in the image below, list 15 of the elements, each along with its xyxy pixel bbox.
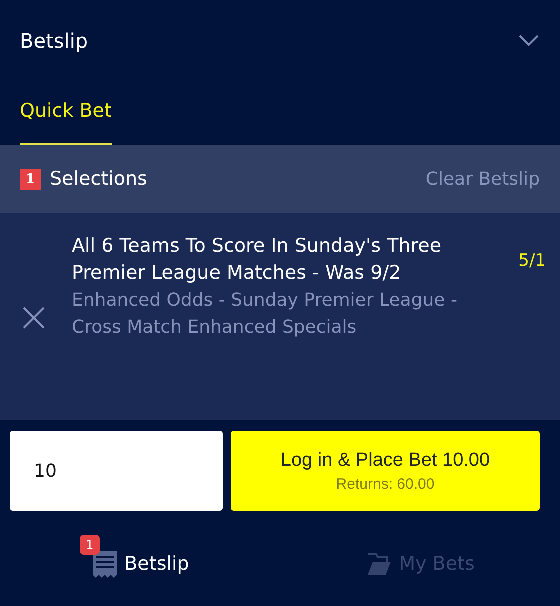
selections-label: Selections (50, 168, 148, 190)
clear-betslip-link[interactable]: Clear Betslip (426, 168, 540, 190)
selection-title: All 6 Teams To Score In Sunday's Three Premier League Matches - Was 9/2 (72, 234, 443, 286)
chevron-down-icon[interactable] (518, 34, 540, 48)
place-bet-button[interactable]: Log in & Place Bet 10.00 Returns: 60.00 (231, 431, 540, 511)
stake-input[interactable]: 10 (10, 431, 223, 511)
panel-title: Betslip (20, 29, 88, 53)
close-icon[interactable] (23, 307, 45, 329)
count-badge: 1 (80, 534, 100, 554)
count-badge: 1 (20, 168, 41, 190)
odds-value[interactable]: 5/1 (518, 251, 546, 271)
returns-text: Returns: 60.00 (336, 476, 435, 492)
market-name: Enhanced Odds - Sunday Premier League - Cross Match Enhanced Specials (72, 289, 458, 340)
receipt-icon (90, 548, 119, 578)
nav-tab[interactable]: 1 Betslip (0, 534, 280, 582)
